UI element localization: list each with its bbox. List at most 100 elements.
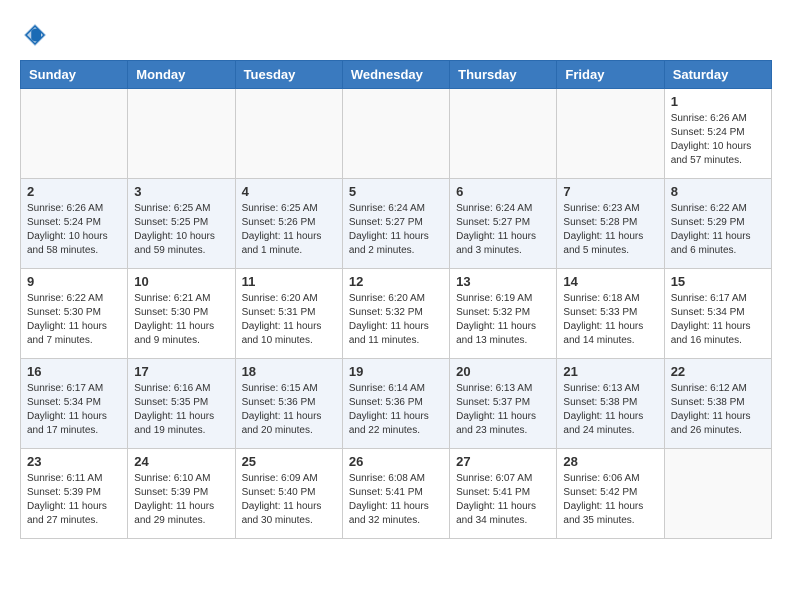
header [20, 20, 772, 50]
day-number: 16 [27, 364, 121, 379]
day-info: Sunrise: 6:13 AM Sunset: 5:37 PM Dayligh… [456, 382, 550, 438]
calendar-cell [235, 89, 342, 179]
calendar-cell: 9 Sunrise: 6:22 AM Sunset: 5:30 PM Daylig… [21, 269, 128, 359]
calendar: SundayMondayTuesdayWednesdayThursdayFrid… [20, 60, 772, 539]
calendar-cell: 10 Sunrise: 6:21 AM Sunset: 5:30 PM Dayli… [128, 269, 235, 359]
calendar-cell: 16Sunrise: 6:17 AM Sunset: 5:34 PM Dayli… [21, 359, 128, 449]
day-number: 24 [134, 454, 228, 469]
calendar-cell: 26 Sunrise: 6:08 AM Sunset: 5:41 PM Dayli… [342, 449, 449, 539]
day-number: 17 [134, 364, 228, 379]
logo-icon [20, 20, 50, 50]
calendar-cell: 19 Sunrise: 6:14 AM Sunset: 5:36 PM Dayli… [342, 359, 449, 449]
day-number: 5 [349, 184, 443, 199]
header-row: SundayMondayTuesdayWednesdayThursdayFrid… [21, 61, 772, 89]
calendar-cell: 7 Sunrise: 6:23 AM Sunset: 5:28 PM Daylig… [557, 179, 664, 269]
day-number: 2 [27, 184, 121, 199]
header-cell-friday: Friday [557, 61, 664, 89]
day-number: 7 [563, 184, 657, 199]
day-info: Sunrise: 6:26 AM Sunset: 5:24 PM Dayligh… [671, 112, 765, 168]
header-cell-saturday: Saturday [664, 61, 771, 89]
day-info: Sunrise: 6:17 AM Sunset: 5:34 PM Dayligh… [671, 292, 765, 348]
calendar-cell: 24 Sunrise: 6:10 AM Sunset: 5:39 PM Dayli… [128, 449, 235, 539]
day-info: Sunrise: 6:12 AM Sunset: 5:38 PM Dayligh… [671, 382, 765, 438]
day-info: Sunrise: 6:26 AM Sunset: 5:24 PM Dayligh… [27, 202, 121, 258]
calendar-cell: 17 Sunrise: 6:16 AM Sunset: 5:35 PM Dayli… [128, 359, 235, 449]
day-info: Sunrise: 6:18 AM Sunset: 5:33 PM Dayligh… [563, 292, 657, 348]
calendar-cell: 12 Sunrise: 6:20 AM Sunset: 5:32 PM Dayli… [342, 269, 449, 359]
day-number: 26 [349, 454, 443, 469]
day-number: 20 [456, 364, 550, 379]
day-number: 28 [563, 454, 657, 469]
calendar-body: 1 Sunrise: 6:26 AM Sunset: 5:24 PM Daylig… [21, 89, 772, 539]
day-number: 6 [456, 184, 550, 199]
day-info: Sunrise: 6:20 AM Sunset: 5:32 PM Dayligh… [349, 292, 443, 348]
day-number: 25 [242, 454, 336, 469]
day-number: 18 [242, 364, 336, 379]
calendar-cell: 22Sunrise: 6:12 AM Sunset: 5:38 PM Dayli… [664, 359, 771, 449]
day-number: 23 [27, 454, 121, 469]
day-number: 10 [134, 274, 228, 289]
calendar-cell: 4 Sunrise: 6:25 AM Sunset: 5:26 PM Daylig… [235, 179, 342, 269]
day-number: 3 [134, 184, 228, 199]
day-info: Sunrise: 6:22 AM Sunset: 5:30 PM Dayligh… [27, 292, 121, 348]
calendar-cell [450, 89, 557, 179]
header-cell-sunday: Sunday [21, 61, 128, 89]
calendar-cell: 2 Sunrise: 6:26 AM Sunset: 5:24 PM Daylig… [21, 179, 128, 269]
calendar-cell [664, 449, 771, 539]
calendar-cell [21, 89, 128, 179]
header-cell-tuesday: Tuesday [235, 61, 342, 89]
day-number: 8 [671, 184, 765, 199]
day-number: 14 [563, 274, 657, 289]
calendar-cell: 28 Sunrise: 6:06 AM Sunset: 5:42 PM Dayli… [557, 449, 664, 539]
day-number: 13 [456, 274, 550, 289]
calendar-cell: 14 Sunrise: 6:18 AM Sunset: 5:33 PM Dayli… [557, 269, 664, 359]
day-info: Sunrise: 6:16 AM Sunset: 5:35 PM Dayligh… [134, 382, 228, 438]
day-number: 21 [563, 364, 657, 379]
calendar-header: SundayMondayTuesdayWednesdayThursdayFrid… [21, 61, 772, 89]
calendar-row: 23 Sunrise: 6:11 AM Sunset: 5:39 PM Dayli… [21, 449, 772, 539]
calendar-cell: 21 Sunrise: 6:13 AM Sunset: 5:38 PM Dayli… [557, 359, 664, 449]
calendar-row: 9 Sunrise: 6:22 AM Sunset: 5:30 PM Daylig… [21, 269, 772, 359]
day-info: Sunrise: 6:07 AM Sunset: 5:41 PM Dayligh… [456, 472, 550, 528]
day-info: Sunrise: 6:10 AM Sunset: 5:39 PM Dayligh… [134, 472, 228, 528]
day-number: 4 [242, 184, 336, 199]
calendar-cell [128, 89, 235, 179]
calendar-cell [342, 89, 449, 179]
day-info: Sunrise: 6:24 AM Sunset: 5:27 PM Dayligh… [349, 202, 443, 258]
day-info: Sunrise: 6:21 AM Sunset: 5:30 PM Dayligh… [134, 292, 228, 348]
day-number: 15 [671, 274, 765, 289]
day-info: Sunrise: 6:09 AM Sunset: 5:40 PM Dayligh… [242, 472, 336, 528]
calendar-cell: 18 Sunrise: 6:15 AM Sunset: 5:36 PM Dayli… [235, 359, 342, 449]
day-number: 27 [456, 454, 550, 469]
day-info: Sunrise: 6:08 AM Sunset: 5:41 PM Dayligh… [349, 472, 443, 528]
day-info: Sunrise: 6:22 AM Sunset: 5:29 PM Dayligh… [671, 202, 765, 258]
day-info: Sunrise: 6:25 AM Sunset: 5:26 PM Dayligh… [242, 202, 336, 258]
day-info: Sunrise: 6:06 AM Sunset: 5:42 PM Dayligh… [563, 472, 657, 528]
calendar-cell: 3 Sunrise: 6:25 AM Sunset: 5:25 PM Daylig… [128, 179, 235, 269]
day-info: Sunrise: 6:13 AM Sunset: 5:38 PM Dayligh… [563, 382, 657, 438]
day-info: Sunrise: 6:23 AM Sunset: 5:28 PM Dayligh… [563, 202, 657, 258]
day-number: 19 [349, 364, 443, 379]
calendar-cell: 27 Sunrise: 6:07 AM Sunset: 5:41 PM Dayli… [450, 449, 557, 539]
day-info: Sunrise: 6:14 AM Sunset: 5:36 PM Dayligh… [349, 382, 443, 438]
calendar-cell: 1 Sunrise: 6:26 AM Sunset: 5:24 PM Daylig… [664, 89, 771, 179]
calendar-cell: 23 Sunrise: 6:11 AM Sunset: 5:39 PM Dayli… [21, 449, 128, 539]
header-cell-monday: Monday [128, 61, 235, 89]
calendar-cell: 8 Sunrise: 6:22 AM Sunset: 5:29 PM Daylig… [664, 179, 771, 269]
calendar-cell: 25 Sunrise: 6:09 AM Sunset: 5:40 PM Dayli… [235, 449, 342, 539]
day-number: 11 [242, 274, 336, 289]
calendar-cell: 15 Sunrise: 6:17 AM Sunset: 5:34 PM Dayli… [664, 269, 771, 359]
day-info: Sunrise: 6:25 AM Sunset: 5:25 PM Dayligh… [134, 202, 228, 258]
calendar-cell [557, 89, 664, 179]
logo [20, 20, 54, 50]
day-info: Sunrise: 6:24 AM Sunset: 5:27 PM Dayligh… [456, 202, 550, 258]
calendar-cell: 13Sunrise: 6:19 AM Sunset: 5:32 PM Dayli… [450, 269, 557, 359]
day-number: 12 [349, 274, 443, 289]
header-cell-thursday: Thursday [450, 61, 557, 89]
day-number: 9 [27, 274, 121, 289]
day-info: Sunrise: 6:15 AM Sunset: 5:36 PM Dayligh… [242, 382, 336, 438]
day-info: Sunrise: 6:11 AM Sunset: 5:39 PM Dayligh… [27, 472, 121, 528]
calendar-cell: 6 Sunrise: 6:24 AM Sunset: 5:27 PM Daylig… [450, 179, 557, 269]
day-number: 1 [671, 94, 765, 109]
calendar-row: 1 Sunrise: 6:26 AM Sunset: 5:24 PM Daylig… [21, 89, 772, 179]
